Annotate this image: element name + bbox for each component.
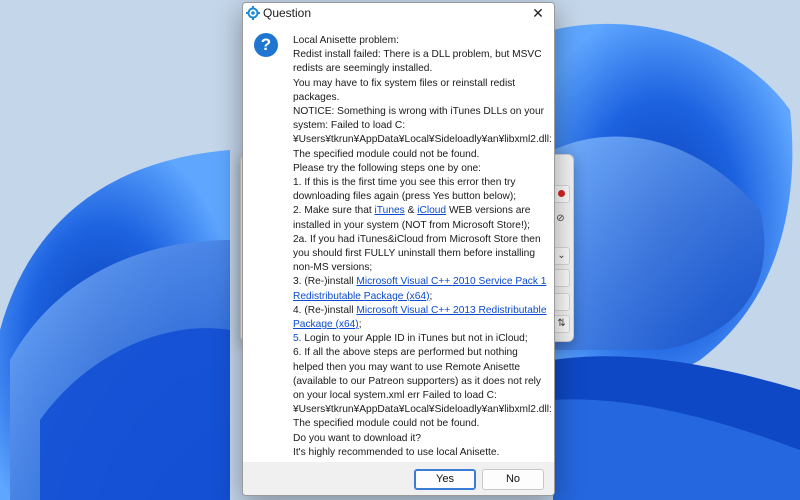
dialog-message: Local Anisette problem: Redist install f… — [293, 34, 552, 460]
message-line: on your local system.xml err Failed to l… — [293, 390, 497, 402]
message-line: 2a. If you had iTunes&iCloud from Micros… — [293, 233, 541, 245]
text: 4. (Re-)install — [293, 304, 357, 316]
message-line: Redist install failed: There is a DLL pr… — [293, 49, 542, 61]
desktop: ⊘ ⌄ ⇅ Question ✕ ? Local Anisette proble… — [0, 0, 800, 500]
gear-icon — [246, 6, 260, 20]
text: ; — [429, 290, 433, 302]
yes-button[interactable]: Yes — [414, 469, 476, 490]
message-line: It's highly recommended to use local Ani… — [293, 446, 500, 458]
text: 2. Make sure that — [293, 205, 375, 217]
message-line: Please try the following steps one by on… — [293, 162, 482, 174]
message-line: 2. Make sure that iTunes & iCloud WEB ve… — [293, 204, 547, 218]
text: ; — [358, 319, 362, 331]
question-icon: ? — [254, 33, 278, 57]
message-line: 4. (Re-)install Microsoft Visual C++ 201… — [293, 304, 547, 318]
titlebar: Question ✕ — [243, 3, 554, 24]
field-box[interactable] — [553, 293, 570, 311]
message-line: helped then you may want to use Remote A… — [293, 361, 521, 373]
sort-icon[interactable]: ⇅ — [553, 315, 570, 333]
message-line: 1. If this is the first time you see thi… — [293, 177, 516, 189]
field-box[interactable] — [553, 269, 570, 287]
message-line: (available to our Patreon supporters) as… — [293, 375, 542, 387]
message-line: ¥Users¥tkrun¥AppData¥Local¥Sideloadly¥an… — [293, 134, 552, 146]
message-line: you should first FULLY uninstall them be… — [293, 248, 535, 260]
step-number: 5. — [293, 333, 302, 345]
text: & — [404, 205, 418, 217]
text: WEB versions are — [446, 205, 531, 217]
vcpp-2010-link[interactable]: Redistributable Package (x64) — [293, 291, 429, 302]
message-line: Do you want to download it? — [293, 432, 421, 444]
message-line: 5. Login to your Apple ID in iTunes but … — [293, 332, 547, 346]
message-line: You may have to fix system files or rein… — [293, 77, 516, 89]
text: Login to your Apple ID in iTunes but not… — [301, 333, 528, 345]
text: 3. (Re-)install — [293, 276, 357, 288]
icloud-link[interactable]: iCloud — [417, 205, 446, 216]
message-line: The specified module could not be found. — [293, 148, 480, 160]
dialog-title: Question — [263, 6, 312, 20]
message-line: redists are seemingly installed. — [293, 63, 433, 75]
message-line: non-MS versions; — [293, 262, 373, 274]
no-button[interactable]: No — [482, 469, 544, 490]
message-line: system: Failed to load C: — [293, 120, 406, 132]
vcpp-2013-link[interactable]: Package (x64) — [293, 319, 359, 330]
eye-hidden-icon[interactable]: ⊘ — [553, 211, 568, 227]
message-line: ¥Users¥tkrun¥AppData¥Local¥Sideloadly¥an… — [293, 404, 552, 416]
record-icon[interactable] — [553, 185, 570, 203]
message-line: 6. If all the above steps are performed … — [293, 347, 518, 359]
message-line: The specified module could not be found. — [293, 418, 480, 430]
message-line: Local Anisette problem: — [293, 35, 399, 46]
vcpp-2013-link[interactable]: Microsoft Visual C++ 2013 Redistributabl… — [356, 305, 546, 316]
message-line: downloading files again (press Yes butto… — [293, 191, 517, 203]
chevron-down-icon[interactable]: ⌄ — [553, 247, 570, 265]
message-line: NOTICE: Something is wrong with iTunes D… — [293, 106, 545, 118]
close-button[interactable]: ✕ — [522, 3, 554, 24]
question-dialog: Question ✕ ? Local Anisette problem: Red… — [242, 2, 555, 496]
message-line: packages. — [293, 91, 340, 103]
message-line: Package (x64); — [293, 318, 547, 332]
message-line: installed in your system (NOT from Micro… — [293, 219, 531, 231]
dialog-footer: Yes No — [243, 462, 554, 495]
vcpp-2010-link[interactable]: Microsoft Visual C++ 2010 Service Pack 1 — [356, 276, 546, 287]
message-line: 3. (Re-)install Microsoft Visual C++ 201… — [293, 275, 547, 289]
itunes-link[interactable]: iTunes — [375, 205, 405, 216]
close-icon: ✕ — [532, 5, 544, 21]
message-line: Redistributable Package (x64); — [293, 290, 547, 304]
